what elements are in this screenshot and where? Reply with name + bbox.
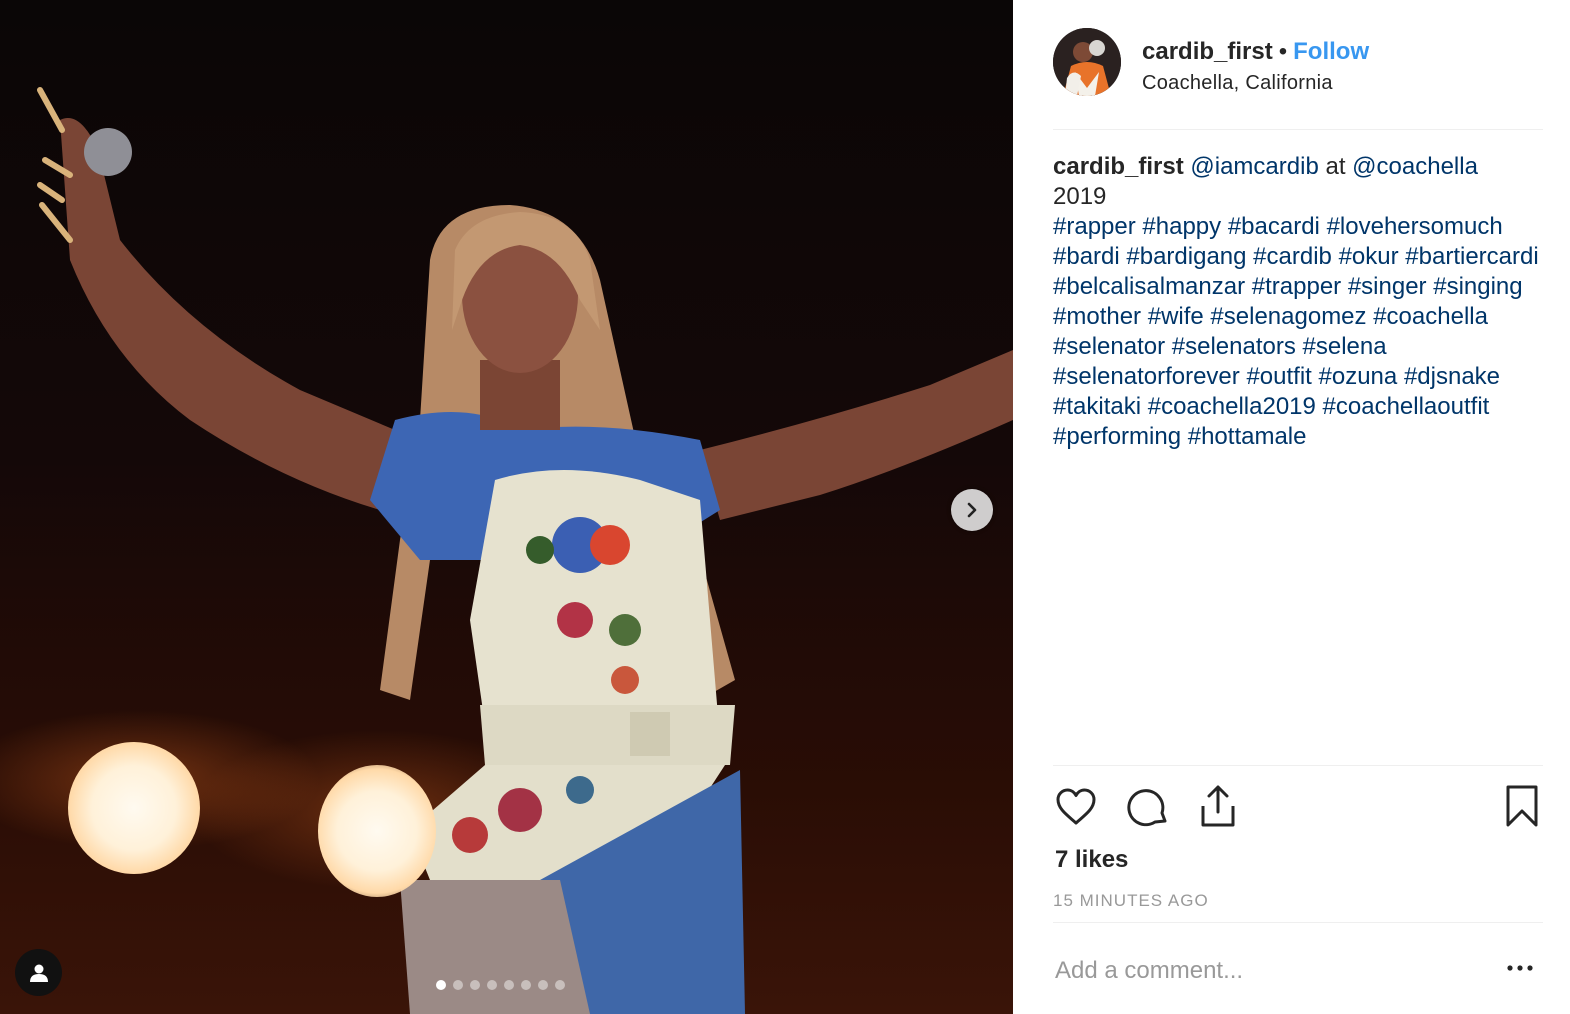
next-slide-button[interactable]: [951, 489, 993, 531]
hashtag-link[interactable]: #lovehersomuch: [1327, 213, 1503, 240]
share-icon: [1201, 785, 1235, 827]
hashtag-link[interactable]: #takitaki: [1053, 393, 1141, 420]
hashtag-link[interactable]: #bartiercardi: [1405, 243, 1538, 270]
avatar[interactable]: [1053, 28, 1121, 96]
hashtag-link[interactable]: #coachellaoutfit: [1323, 393, 1490, 420]
post-header: cardib_first • Follow Coachella, Californi…: [1053, 28, 1543, 98]
hashtag-link[interactable]: #bacardi: [1228, 213, 1320, 240]
more-options-icon: [1507, 965, 1533, 971]
caption-username[interactable]: cardib_first: [1053, 153, 1184, 180]
divider: [1053, 129, 1543, 130]
hashtag-link[interactable]: #singer: [1348, 273, 1427, 300]
post-sidebar: cardib_first • Follow Coachella, Californi…: [1013, 0, 1570, 1014]
chevron-right-icon: [967, 502, 977, 518]
mention-link[interactable]: @coachella: [1352, 153, 1478, 180]
hashtag-link[interactable]: #selenator: [1053, 333, 1165, 360]
location-link[interactable]: Coachella, California: [1142, 72, 1369, 95]
carousel-dot[interactable]: [470, 980, 480, 990]
hashtag-link[interactable]: #belcalisalmanzar: [1053, 273, 1245, 300]
caption-text: at: [1325, 153, 1346, 180]
header-text: cardib_first • Follow Coachella, Californi…: [1142, 38, 1369, 95]
like-button[interactable]: [1055, 787, 1097, 832]
timestamp[interactable]: 15 MINUTES AGO: [1053, 891, 1209, 911]
carousel-indicator: [436, 980, 565, 990]
person-tag-icon: [29, 964, 48, 982]
hashtag-link[interactable]: #ozuna: [1319, 363, 1398, 390]
carousel-dot[interactable]: [487, 980, 497, 990]
hashtag-link[interactable]: #cardib: [1253, 243, 1332, 270]
hashtag-link[interactable]: #wife: [1148, 303, 1204, 330]
follow-button[interactable]: Follow: [1293, 38, 1369, 65]
hashtag-link[interactable]: #outfit: [1246, 363, 1311, 390]
caption: cardib_first @iamcardib at @coachella 20…: [1053, 152, 1543, 452]
bookmark-icon: [1506, 785, 1538, 827]
save-button[interactable]: [1504, 784, 1540, 833]
hashtag-link[interactable]: #happy: [1142, 213, 1221, 240]
stage-light: [68, 742, 200, 874]
username-link[interactable]: cardib_first: [1142, 38, 1273, 65]
divider: [1053, 765, 1543, 766]
heart-icon: [1056, 788, 1096, 825]
hashtag-link[interactable]: #trapper: [1252, 273, 1341, 300]
hashtag-link[interactable]: #selenators: [1172, 333, 1296, 360]
hashtag-link[interactable]: #rapper: [1053, 213, 1136, 240]
like-count[interactable]: 7 likes: [1055, 846, 1128, 874]
carousel-dot[interactable]: [504, 980, 514, 990]
hashtag-link[interactable]: #bardi: [1053, 243, 1120, 270]
carousel-dot[interactable]: [538, 980, 548, 990]
hashtag-list: #rapper #happy #bacardi #lovehersomuch #…: [1053, 213, 1539, 450]
carousel-dot[interactable]: [521, 980, 531, 990]
carousel-dot[interactable]: [555, 980, 565, 990]
comment-button[interactable]: [1127, 787, 1169, 834]
hashtag-link[interactable]: #bardigang: [1126, 243, 1246, 270]
action-bar: [1053, 782, 1543, 832]
hashtag-link[interactable]: #selenatorforever: [1053, 363, 1240, 390]
carousel-dot[interactable]: [453, 980, 463, 990]
mention-link[interactable]: @iamcardib: [1190, 153, 1318, 180]
more-options-button[interactable]: [1506, 960, 1534, 978]
hashtag-link[interactable]: #performing: [1053, 423, 1181, 450]
hashtag-link[interactable]: #coachella: [1373, 303, 1488, 330]
hashtag-link[interactable]: #djsnake: [1404, 363, 1500, 390]
hashtag-link[interactable]: #selena: [1303, 333, 1387, 360]
carousel-dot[interactable]: [436, 980, 446, 990]
comment-input[interactable]: [1055, 954, 1475, 988]
hashtag-link[interactable]: #singing: [1433, 273, 1522, 300]
post-media[interactable]: [0, 0, 1013, 1014]
hashtag-link[interactable]: #coachella2019: [1148, 393, 1316, 420]
hashtag-link[interactable]: #okur: [1339, 243, 1399, 270]
avatar-image: [1053, 28, 1121, 96]
caption-text: 2019: [1053, 183, 1107, 210]
comment-bubble-icon: [1127, 789, 1167, 827]
separator-dot: •: [1278, 38, 1288, 65]
hashtag-link[interactable]: #selenagomez: [1210, 303, 1366, 330]
share-button[interactable]: [1198, 784, 1238, 833]
stage-light: [318, 765, 436, 897]
tagged-users-button[interactable]: [15, 949, 62, 996]
hashtag-link[interactable]: #mother: [1053, 303, 1141, 330]
hashtag-link[interactable]: #hottamale: [1188, 423, 1307, 450]
divider: [1053, 922, 1543, 923]
